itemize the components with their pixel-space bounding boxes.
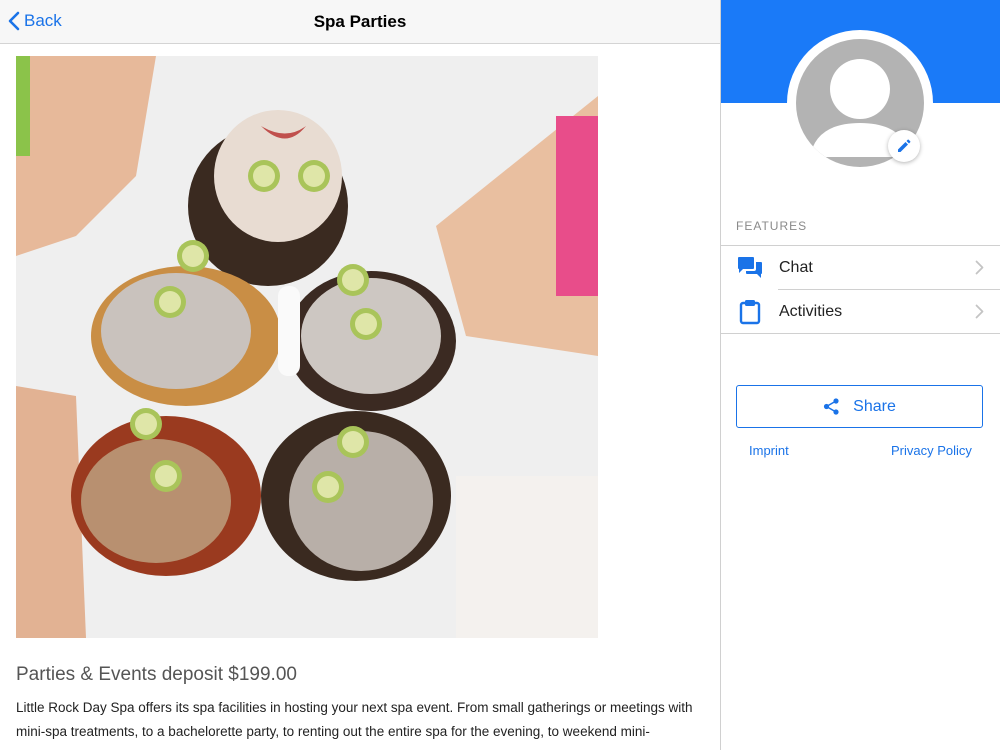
event-title: Parties & Events deposit $199.00 [16, 664, 297, 685]
feature-row-activities[interactable]: Activities [721, 290, 1000, 334]
event-description: Little Rock Day Spa offers its spa facil… [16, 700, 693, 739]
features-section-label: FEATURES [736, 219, 808, 233]
pencil-icon [898, 139, 911, 152]
side-panel: FEATURES Chat Activities Share Imprint P… [721, 0, 1000, 750]
chevron-right-icon [975, 304, 984, 319]
page-title: Spa Parties [313, 12, 407, 31]
imprint-link[interactable]: Imprint [749, 443, 789, 458]
privacy-policy-link[interactable]: Privacy Policy [891, 443, 972, 458]
share-button[interactable]: Share [736, 385, 983, 428]
feature-row-chat[interactable]: Chat [721, 246, 1000, 290]
features-list: Chat Activities [721, 245, 1000, 334]
chat-bubbles-icon [738, 257, 762, 278]
chevron-right-icon [975, 260, 984, 275]
share-icon [824, 398, 839, 415]
feature-label: Activities [779, 303, 843, 320]
feature-label: Chat [779, 259, 813, 276]
content-pane: Back Spa Parties Parties & Events deposi… [0, 0, 720, 750]
navigation-bar: Back Spa Parties [0, 0, 720, 44]
clipboard-icon [739, 300, 761, 325]
row-separator [721, 333, 1000, 334]
edit-avatar-button[interactable] [888, 130, 920, 162]
hero-image [16, 56, 598, 638]
share-label: Share [853, 397, 896, 415]
